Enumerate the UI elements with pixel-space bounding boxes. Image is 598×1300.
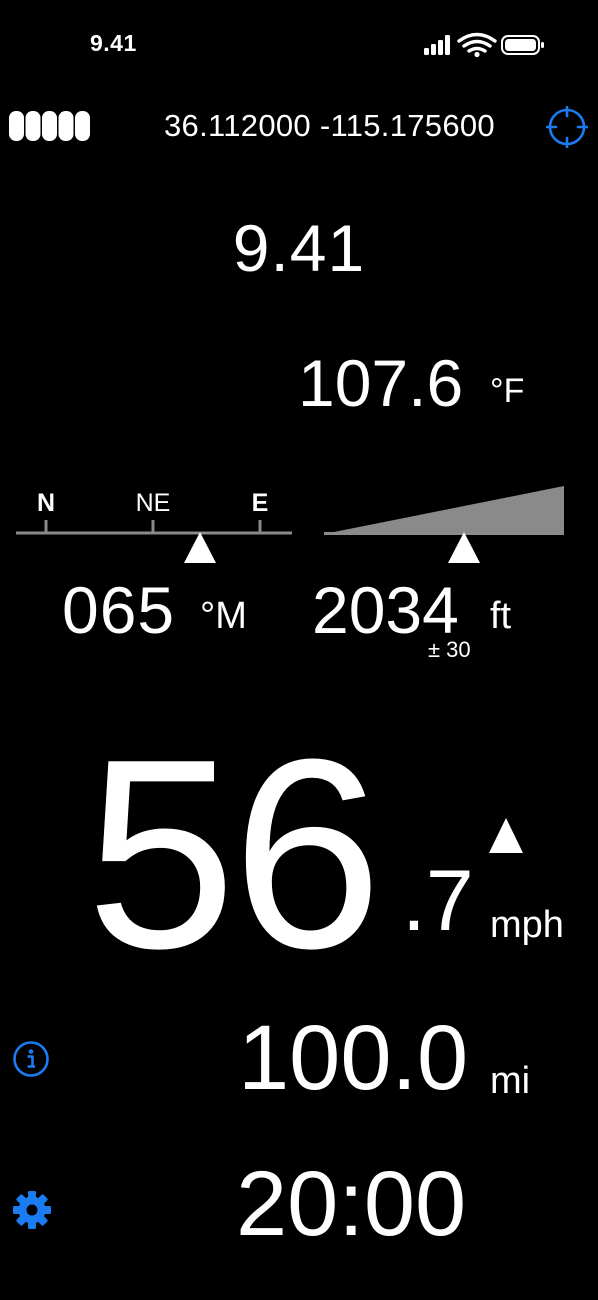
speed-unit: mph: [490, 904, 564, 946]
status-bar-time: 9.41: [90, 30, 137, 56]
compass-label-n: N: [37, 489, 55, 517]
altitude-unit: ft: [490, 595, 512, 637]
altitude-indicator-icon: [448, 532, 480, 563]
wifi-icon-dot: [474, 51, 480, 58]
heading-unit: °M: [200, 595, 247, 637]
compass-label-ne: NE: [136, 489, 171, 517]
compass-indicator-icon: [184, 532, 216, 563]
distance-unit: mi: [490, 1060, 531, 1102]
timer-value: 20:00: [236, 1153, 467, 1255]
status-bar-icons: [424, 32, 544, 58]
gps-coordinates: 36.112000 -115.175600: [164, 108, 495, 143]
wifi-icon: [457, 32, 497, 53]
crosshair-icon[interactable]: [546, 106, 588, 148]
cellular-signal-icon: [424, 35, 450, 55]
info-icon[interactable]: [12, 1040, 50, 1078]
compass-label-e: E: [252, 489, 269, 517]
altitude-scale: [324, 486, 564, 563]
altitude-wedge: [324, 486, 564, 534]
clock-display: 9.41: [232, 211, 366, 285]
speed-trend-icon: [489, 818, 523, 853]
speed-whole-value: 56: [86, 704, 382, 1005]
altitude-accuracy: ± 30: [428, 637, 471, 662]
battery-icon: [501, 35, 544, 55]
distance-value: 100.0: [238, 1007, 469, 1109]
temperature-unit: °F: [490, 372, 525, 410]
gear-icon[interactable]: [11, 1189, 53, 1231]
heading-value: 065: [62, 573, 176, 647]
gps-strength-icon: [9, 111, 90, 141]
speed-decimal-value: .7: [402, 853, 474, 949]
compass-scale: N NE E: [16, 489, 292, 563]
temperature-value: 107.6: [298, 346, 464, 420]
